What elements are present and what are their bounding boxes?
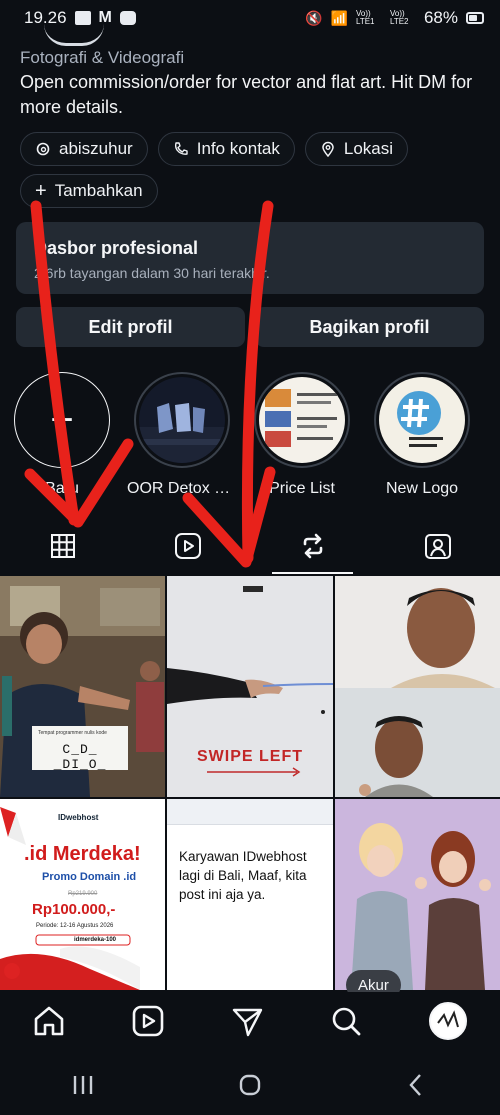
promo-price: Rp100.000,- [32, 901, 116, 918]
grid-icon [50, 534, 75, 558]
post-thumbnail[interactable]: SWIPE LEFT [167, 576, 333, 797]
post-thumbnail[interactable] [335, 799, 500, 990]
highlight-label: New Logo [385, 480, 459, 497]
repost-icon [303, 533, 322, 559]
highlight-new-logo[interactable]: New Logo [374, 372, 470, 498]
add-link-label: Tambahkan [54, 181, 143, 200]
contact-info-label: Info kontak [196, 139, 280, 158]
post-thumbnail[interactable] [335, 576, 500, 797]
highlight-cover-detox [139, 377, 225, 463]
new-highlight-ring: + [14, 372, 110, 468]
location-pin-icon [322, 141, 334, 157]
system-home-icon[interactable] [237, 1072, 263, 1098]
brand-logo: IDwebhost [58, 813, 99, 822]
highlight-cover-logo [379, 377, 465, 463]
tab-reposts[interactable] [250, 518, 375, 574]
mute-icon: 🔇 [305, 9, 323, 26]
post-text: Karyawan IDwebhost lagi di Bali, Maaf, k… [179, 849, 307, 902]
threads-icon [36, 142, 50, 156]
profile-bio: Open commission/order for vector and fla… [20, 72, 473, 117]
post-thumbnail[interactable]: Karyawan IDwebhost lagi di Bali, Maaf, k… [167, 799, 333, 990]
recent-apps-icon[interactable] [70, 1072, 96, 1098]
battery-level: 68% [423, 8, 458, 27]
location-label: Lokasi [343, 139, 394, 158]
threads-chip[interactable]: abiszuhur [20, 132, 148, 166]
system-navigation [0, 1054, 500, 1115]
profile-actions: Edit profil Bagikan profil [16, 307, 484, 347]
doc-toolbar [167, 799, 333, 825]
highlight-ring [134, 372, 230, 468]
promo-code: idmerdeka-100 [74, 937, 117, 943]
tab-tagged[interactable] [375, 518, 500, 574]
share-profile-button[interactable]: Bagikan profil [255, 307, 484, 347]
highlight-ring [254, 372, 350, 468]
reels-nav-icon[interactable] [131, 1004, 165, 1038]
highlight-new[interactable]: + Baru [14, 372, 110, 498]
tab-reels[interactable] [125, 518, 250, 574]
wifi-icon: 📶 [330, 9, 348, 26]
reels-icon [174, 533, 201, 559]
dashboard-subtitle: 2,6rb tayangan dalam 30 hari terakhir. [34, 265, 270, 281]
profile-avatar-icon[interactable] [428, 1001, 468, 1041]
direct-message-icon[interactable] [230, 1004, 264, 1038]
add-link-chip[interactable]: + Tambahkan [20, 174, 158, 208]
threads-label: abiszuhur [59, 139, 133, 158]
highlight-label: OOR Detox JK... [127, 480, 237, 497]
tab-posts-grid[interactable] [0, 518, 125, 574]
story-highlights: + Baru OOR Detox JK... Price List New Lo… [14, 372, 494, 498]
swipe-left-text: SWIPE LEFT [197, 748, 303, 765]
posts-grid: Tempat programmer nulis kode C_D_ _DI_O_… [0, 576, 500, 990]
post-card-overlay: Tempat programmer nulis kode C_D_ _DI_O_ [32, 726, 128, 772]
phone-icon [174, 142, 188, 155]
signal-lte2: Vo)) LTE2 [389, 9, 409, 26]
profile-category: Fotografi & Videografi [20, 48, 185, 67]
professional-dashboard[interactable]: Dasbor profesional 2,6rb tayangan dalam … [16, 222, 484, 294]
plus-icon: + [50, 397, 74, 442]
card-puzzle-text: C_D_ _DI_O_ [53, 742, 107, 772]
highlight-label: Baru [45, 480, 79, 497]
highlight-price-list[interactable]: Price List [254, 372, 350, 498]
location-chip[interactable]: Lokasi [304, 132, 409, 166]
promo-period: Periode: 12-16 Agustus 2026 [36, 923, 114, 929]
edit-profile-button[interactable]: Edit profil [16, 307, 245, 347]
promo-title: .id Merdeka! [24, 843, 141, 865]
signal-lte1: Vo)) LTE1 [355, 9, 375, 26]
plus-icon: + [35, 179, 47, 202]
highlight-label: Price List [269, 480, 335, 497]
gallery-icon [74, 11, 91, 25]
add-link-row: + Tambahkan [20, 174, 158, 208]
post-thumbnail[interactable]: IDwebhost .id Merdeka! Promo Domain .id … [0, 799, 165, 990]
home-icon[interactable] [32, 1004, 66, 1038]
search-icon[interactable] [329, 1004, 363, 1038]
battery-icon [466, 12, 484, 24]
highlight-detox[interactable]: OOR Detox JK... [127, 372, 237, 498]
old-price: Rp219.900 [68, 891, 98, 897]
highlight-cover-price [259, 377, 345, 463]
profile-links: abiszuhur Info kontak Lokasi [20, 132, 409, 166]
bottom-navigation [0, 992, 500, 1050]
profile-avatar[interactable] [44, 24, 104, 46]
promo-subtitle: Promo Domain .id [42, 871, 137, 883]
dashboard-title: Dasbor profesional [34, 238, 199, 258]
post-thumbnail[interactable]: Tempat programmer nulis kode C_D_ _DI_O_ [0, 576, 165, 797]
tagged-icon [424, 534, 451, 559]
youtube-icon [119, 11, 136, 25]
contact-info-chip[interactable]: Info kontak [157, 132, 295, 166]
card-caption: Tempat programmer nulis kode [38, 730, 107, 736]
profile-tabs [0, 518, 500, 574]
highlight-ring [374, 372, 470, 468]
back-icon[interactable] [404, 1072, 430, 1098]
